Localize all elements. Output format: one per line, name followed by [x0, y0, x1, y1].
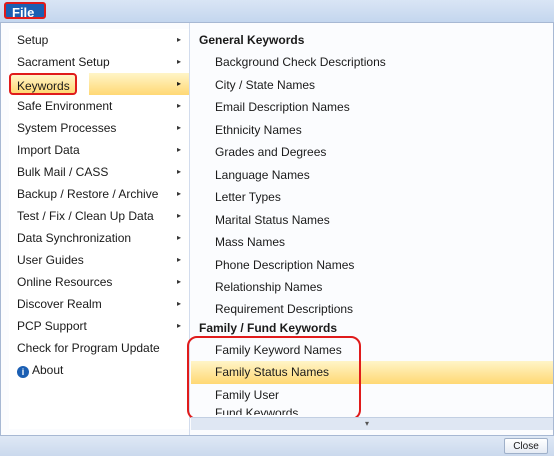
menu-item-label: Safe Environment — [17, 99, 113, 113]
submenu-arrow-icon: ▸ — [176, 35, 181, 44]
submenu-item-ethnicity[interactable]: Ethnicity Names — [191, 119, 553, 142]
menu-item-sacrament-setup[interactable]: Sacrament Setup ▸ — [9, 51, 189, 73]
menu-item-label: Data Synchronization — [17, 231, 132, 245]
column-divider — [189, 23, 190, 435]
submenu-item-phone-description[interactable]: Phone Description Names — [191, 254, 553, 277]
submenu-item-family-status[interactable]: Family Status Names — [191, 361, 553, 384]
submenu-item-background-check[interactable]: Background Check Descriptions — [191, 51, 553, 74]
menu-item-system-processes[interactable]: System Processes ▸ — [9, 117, 189, 139]
menu-item-label: Discover Realm — [17, 297, 102, 311]
chevron-down-icon: ▾ — [365, 419, 370, 428]
submenu-item-family-user[interactable]: Family User — [191, 384, 553, 407]
menu-item-label: Import Data — [17, 143, 80, 157]
menu-item-label: Check for Program Update — [17, 341, 160, 355]
submenu-item-family-keyword[interactable]: Family Keyword Names — [191, 339, 553, 362]
bottom-bar: Close — [0, 436, 554, 456]
menu-item-label: PCP Support — [17, 319, 87, 333]
menu-item-bulk-mail[interactable]: Bulk Mail / CASS ▸ — [9, 161, 189, 183]
submenu-item-relationship[interactable]: Relationship Names — [191, 276, 553, 299]
menu-item-discover-realm[interactable]: Discover Realm ▸ — [9, 293, 189, 315]
submenu-arrow-icon: ▸ — [176, 101, 181, 110]
info-icon: i — [17, 366, 29, 378]
submenu-scroll-down[interactable]: ▾ — [191, 417, 553, 430]
file-menu-button[interactable]: File — [4, 2, 46, 20]
close-button[interactable]: Close — [504, 438, 548, 454]
submenu-arrow-icon: ▸ — [176, 255, 181, 264]
menu-item-about[interactable]: i About — [9, 359, 189, 381]
submenu-item-marital-status[interactable]: Marital Status Names — [191, 209, 553, 232]
submenu-item-fund-keywords[interactable]: Fund Keywords — [191, 406, 553, 415]
submenu-arrow-icon: ▸ — [176, 277, 181, 286]
menu-item-label: Online Resources — [17, 275, 113, 289]
submenu-item-requirement[interactable]: Requirement Descriptions — [191, 299, 553, 317]
menu-item-backup-restore[interactable]: Backup / Restore / Archive ▸ — [9, 183, 189, 205]
submenu-arrow-icon: ▸ — [176, 321, 181, 330]
submenu-arrow-icon: ▸ — [176, 123, 181, 132]
menu-item-safe-environment[interactable]: Safe Environment ▸ — [9, 95, 189, 117]
menu-item-setup[interactable]: Setup ▸ — [9, 29, 189, 51]
menu-item-label: System Processes — [17, 121, 117, 135]
menu-item-keywords-row: ▸ Keywords — [9, 73, 189, 95]
general-keywords-heading: General Keywords — [199, 33, 305, 47]
submenu-arrow-icon: ▸ — [176, 145, 181, 154]
menu-item-keywords[interactable]: Keywords — [9, 73, 77, 95]
menu-item-label: Sacrament Setup — [17, 55, 110, 69]
menu-item-data-sync[interactable]: Data Synchronization ▸ — [9, 227, 189, 249]
menu-item-check-update[interactable]: Check for Program Update — [9, 337, 189, 359]
menu-item-import-data[interactable]: Import Data ▸ — [9, 139, 189, 161]
family-fund-keywords-heading: Family / Fund Keywords — [199, 320, 338, 335]
submenu-arrow-icon: ▸ — [176, 211, 181, 220]
menu-item-label: About — [32, 363, 64, 377]
menu-item-label: Backup / Restore / Archive — [17, 187, 159, 201]
title-bar: File — [0, 0, 554, 22]
menu-item-user-guides[interactable]: User Guides ▸ — [9, 249, 189, 271]
menu-item-label: Keywords — [17, 79, 70, 93]
submenu-item-mass-names[interactable]: Mass Names — [191, 231, 553, 254]
submenu-item-city-state[interactable]: City / State Names — [191, 74, 553, 97]
keywords-highlight: ▸ — [89, 73, 189, 95]
menu-item-label: Setup — [17, 33, 49, 47]
submenu-item-language[interactable]: Language Names — [191, 164, 553, 187]
file-menu-panel: Setup ▸ Sacrament Setup ▸ ▸ Keywords Saf… — [0, 22, 554, 436]
submenu-item-email-description[interactable]: Email Description Names — [191, 96, 553, 119]
submenu-arrow-icon: ▸ — [176, 79, 181, 88]
menu-item-pcp-support[interactable]: PCP Support ▸ — [9, 315, 189, 337]
submenu-arrow-icon: ▸ — [176, 233, 181, 242]
submenu-arrow-icon: ▸ — [176, 57, 181, 66]
menu-item-label: Test / Fix / Clean Up Data — [17, 209, 154, 223]
submenu-item-letter-types[interactable]: Letter Types — [191, 186, 553, 209]
menu-item-online-resources[interactable]: Online Resources ▸ — [9, 271, 189, 293]
submenu-arrow-icon: ▸ — [176, 167, 181, 176]
menu-item-label: Bulk Mail / CASS — [17, 165, 109, 179]
keywords-submenu: General Keywords Background Check Descri… — [191, 29, 553, 429]
left-menu-list: Setup ▸ Sacrament Setup ▸ ▸ Keywords Saf… — [9, 29, 189, 429]
menu-item-test-fix[interactable]: Test / Fix / Clean Up Data ▸ — [9, 205, 189, 227]
menu-item-label: User Guides — [17, 253, 84, 267]
submenu-arrow-icon: ▸ — [176, 299, 181, 308]
submenu-arrow-icon: ▸ — [176, 189, 181, 198]
submenu-item-grades-degrees[interactable]: Grades and Degrees — [191, 141, 553, 164]
